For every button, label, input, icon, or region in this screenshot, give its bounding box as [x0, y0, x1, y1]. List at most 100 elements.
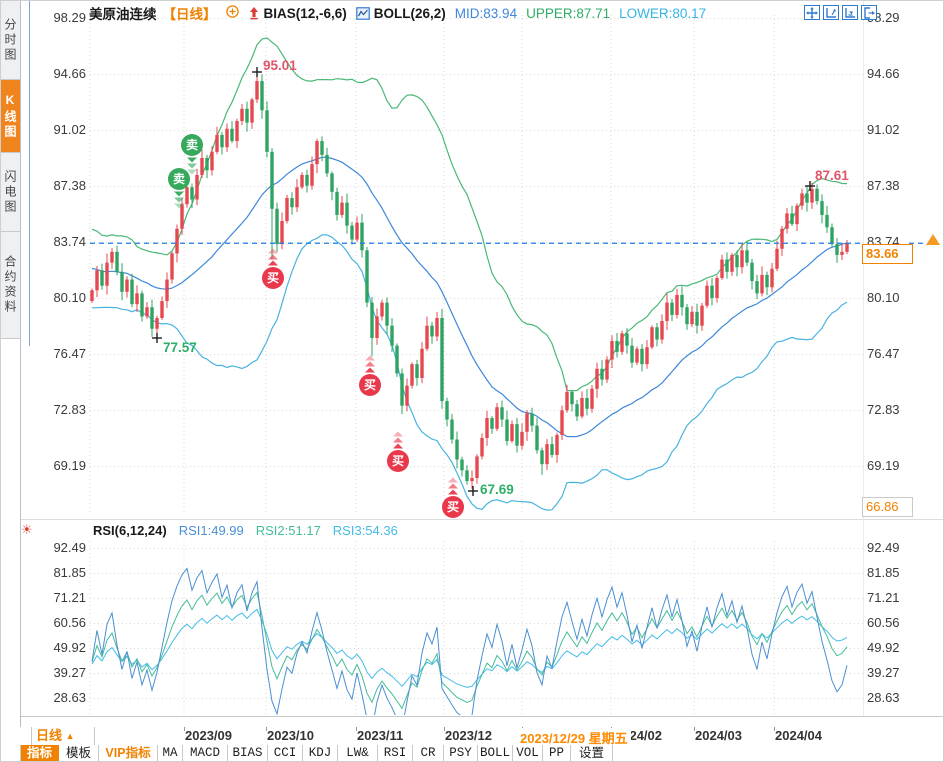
- toolbar-item-kdj[interactable]: KDJ: [303, 745, 338, 762]
- exit-fullscreen-icon[interactable]: [861, 5, 877, 20]
- price-axis-label-left: 83.74: [40, 234, 86, 249]
- rsi-title: RSI(6,12,24): [93, 523, 167, 538]
- toolbar-item-设置[interactable]: 设置: [571, 745, 613, 762]
- buy-signal-chevron: [448, 478, 458, 483]
- buy-signal-badge: 买: [262, 267, 284, 289]
- bias-indicator-label: BIAS(12,-6,6): [264, 6, 347, 21]
- swing-price-annotation: 87.61: [815, 168, 849, 183]
- price-axis-label-left: 72.83: [40, 402, 86, 417]
- toolbar-item-pp[interactable]: PP: [543, 745, 571, 762]
- date-axis-label: 2023/10: [267, 728, 314, 743]
- rsi-axis-label-right: 28.63: [867, 690, 900, 705]
- price-axis-label-right: 69.19: [867, 458, 900, 473]
- buy-signal-chevron: [448, 490, 458, 495]
- chart-canvas[interactable]: [1, 1, 944, 732]
- last-price-tag: 83.66: [862, 244, 913, 264]
- date-axis-row: 日线 ▲ 2023/092023/102023/112023/122024/02…: [20, 727, 944, 746]
- range-low-tag: 66.86: [862, 497, 913, 517]
- price-axis-label-right: 80.10: [867, 290, 900, 305]
- toolbar-item-boll[interactable]: BOLL: [478, 745, 513, 762]
- rsi1-value: RSI1:49.99: [179, 523, 244, 538]
- indicator-toolbar: 指标模板VIP指标MAMACDBIASCCIKDJLW&RSICRPSYBOLL…: [20, 745, 944, 762]
- toolbar-item-模板[interactable]: 模板: [59, 745, 99, 762]
- sell-signal-chevron: [187, 164, 197, 169]
- symbol-title: 美原油连续: [89, 3, 157, 23]
- zoom-in-axis-icon[interactable]: [823, 5, 839, 20]
- indicator-settings-sun-icon[interactable]: ☀: [21, 522, 33, 538]
- boll-chart-icon: [356, 7, 370, 20]
- rsi-axis-label-left: 92.49: [40, 540, 86, 555]
- rsi-axis-label-left: 60.56: [40, 615, 86, 630]
- sell-signal-chevron: [174, 204, 184, 209]
- buy-signal-chevron: [365, 368, 375, 373]
- dropdown-arrow-icon: ▲: [66, 731, 75, 741]
- rsi3-value: RSI3:54.36: [333, 523, 398, 538]
- swing-price-annotation: 95.01: [263, 58, 297, 73]
- bias-arrow-icon: [248, 6, 260, 20]
- toolbar-item-vip指标[interactable]: VIP指标: [99, 745, 158, 762]
- period-selector[interactable]: 日线 ▲: [31, 727, 95, 745]
- rsi-axis-label-right: 60.56: [867, 615, 900, 630]
- sidebar-tab-4[interactable]: 合约资料: [1, 232, 20, 339]
- toolbar-item-rsi[interactable]: RSI: [378, 745, 413, 762]
- chart-header: 美原油连续 【日线】 BIAS(12,-6,6) BOLL(26,2) MID:…: [89, 4, 706, 22]
- toolbar-item-psy[interactable]: PSY: [444, 745, 478, 762]
- rsi-axis-label-right: 81.85: [867, 565, 900, 580]
- sell-signal-chevron: [174, 198, 184, 203]
- price-axis-label-left: 94.66: [40, 66, 86, 81]
- toolbar-item-vol[interactable]: VOL: [513, 745, 543, 762]
- sell-signal-badge: 卖: [181, 134, 203, 156]
- rsi-panel-header: RSI(6,12,24) RSI1:49.99 RSI2:51.17 RSI3:…: [93, 523, 398, 538]
- toolbar-item-lw&[interactable]: LW&: [338, 745, 378, 762]
- period-tag: 【日线】: [163, 3, 217, 23]
- date-axis-label: 2024/03: [695, 728, 742, 743]
- swing-price-annotation: 67.69: [480, 482, 514, 497]
- boll-upper-value: UPPER:87.71: [526, 6, 610, 21]
- buy-signal-badge: 买: [387, 450, 409, 472]
- toolbar-item-bias[interactable]: BIAS: [228, 745, 268, 762]
- sidebar-tab-1[interactable]: 分时图: [1, 1, 20, 80]
- rsi-axis-label-left: 71.21: [40, 590, 86, 605]
- price-axis-label-left: 87.38: [40, 178, 86, 193]
- price-axis-label-right: 87.38: [867, 178, 900, 193]
- sell-signal-chevron: [187, 158, 197, 163]
- price-axis-label-right: 94.66: [867, 66, 900, 81]
- sidebar-tab-2[interactable]: K线图: [1, 80, 20, 153]
- buy-signal-chevron: [393, 438, 403, 443]
- price-axis-label-left: 76.47: [40, 346, 86, 361]
- buy-signal-chevron: [365, 356, 375, 361]
- toolbar-item-macd[interactable]: MACD: [183, 745, 228, 762]
- buy-signal-badge: 买: [442, 496, 464, 518]
- price-axis-label-right: 72.83: [867, 402, 900, 417]
- sell-signal-badge: 卖: [168, 168, 190, 190]
- boll-indicator-label: BOLL(26,2): [374, 6, 446, 21]
- price-axis-label-left: 80.10: [40, 290, 86, 305]
- price-axis-label-left: 91.02: [40, 122, 86, 137]
- pan-crosshair-icon[interactable]: [804, 5, 820, 20]
- price-axis-label-right: 76.47: [867, 346, 900, 361]
- price-up-arrow-icon: [926, 234, 940, 245]
- toolbar-item-cci[interactable]: CCI: [268, 745, 303, 762]
- chart-type-sidebar: 分时图K线图闪电图合约资料: [1, 1, 21, 727]
- date-axis-label: 2023/11: [357, 728, 403, 743]
- buy-signal-chevron: [448, 484, 458, 489]
- rsi-axis-label-left: 28.63: [40, 690, 86, 705]
- rsi-axis-label-left: 81.85: [40, 565, 86, 580]
- price-axis-label-right: 91.02: [867, 122, 900, 137]
- buy-signal-chevron: [268, 255, 278, 260]
- buy-signal-chevron: [268, 249, 278, 254]
- boll-mid-value: MID:83.94: [455, 6, 517, 21]
- panel-separator: [20, 519, 944, 520]
- boll-lower-value: LOWER:80.17: [619, 6, 706, 21]
- zoom-out-axis-icon[interactable]: [842, 5, 858, 20]
- toolbar-item-指标[interactable]: 指标: [21, 745, 59, 762]
- rsi-axis-label-left: 49.92: [40, 640, 86, 655]
- sell-signal-chevron: [174, 192, 184, 197]
- toolbar-item-cr[interactable]: CR: [413, 745, 444, 762]
- price-axis-label-left: 69.19: [40, 458, 86, 473]
- toolbar-item-ma[interactable]: MA: [158, 745, 183, 762]
- chart-toolbar-icons: [804, 5, 877, 20]
- plus-circle-icon[interactable]: [226, 5, 239, 21]
- rsi-axis-label-left: 39.27: [40, 665, 86, 680]
- sidebar-tab-3[interactable]: 闪电图: [1, 153, 20, 232]
